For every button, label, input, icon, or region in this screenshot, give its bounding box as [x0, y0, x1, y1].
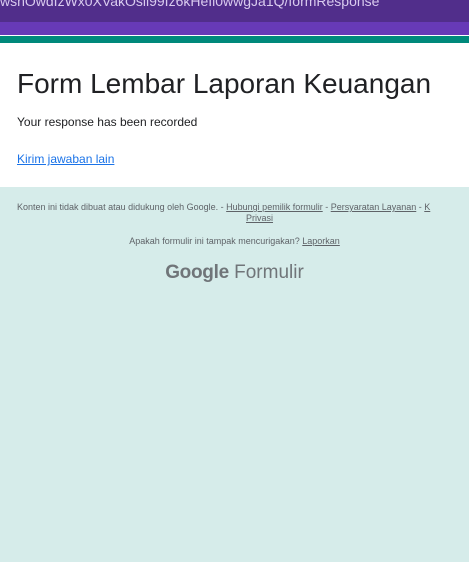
confirmation-card: Form Lembar Laporan Keuangan Your respon… [0, 43, 469, 187]
google-wordmark: Google [165, 262, 229, 283]
separator: - [218, 202, 227, 212]
submit-another-link[interactable]: Kirim jawaban lain [17, 152, 114, 166]
footer-disclaimer-line: Konten ini tidak dibuat atau didukung ol… [0, 202, 469, 213]
report-link[interactable]: Laporkan [302, 236, 340, 246]
disclaimer-text: Konten ini tidak dibuat atau didukung ol… [17, 202, 219, 212]
confirmation-message: Your response has been recorded [17, 115, 198, 129]
privacy-link[interactable]: Privasi [246, 213, 273, 223]
product-wordmark: Formulir [234, 262, 304, 283]
privacy-link-start[interactable]: K [424, 202, 430, 212]
url-text: wshOwdIzWx0XVakOsil99Iz6kHeIl0wwgJa1Q/fo… [0, 0, 380, 9]
browser-url-bar[interactable]: wshOwdIzWx0XVakOsil99Iz6kHeIl0wwgJa1Q/fo… [0, 0, 469, 22]
separator: - [322, 202, 331, 212]
terms-link[interactable]: Persyaratan Layanan [331, 202, 417, 212]
form-title: Form Lembar Laporan Keuangan [17, 68, 432, 99]
report-line: Apakah formulir ini tampak mencurigakan?… [0, 236, 469, 246]
google-forms-logo[interactable]: Google Formulir [0, 262, 469, 284]
form-header-band [0, 22, 469, 35]
form-accent-bar [0, 36, 469, 43]
contact-owner-link[interactable]: Hubungi pemilik formulir [226, 202, 323, 212]
suspicious-text: Apakah formulir ini tampak mencurigakan? [129, 236, 303, 246]
